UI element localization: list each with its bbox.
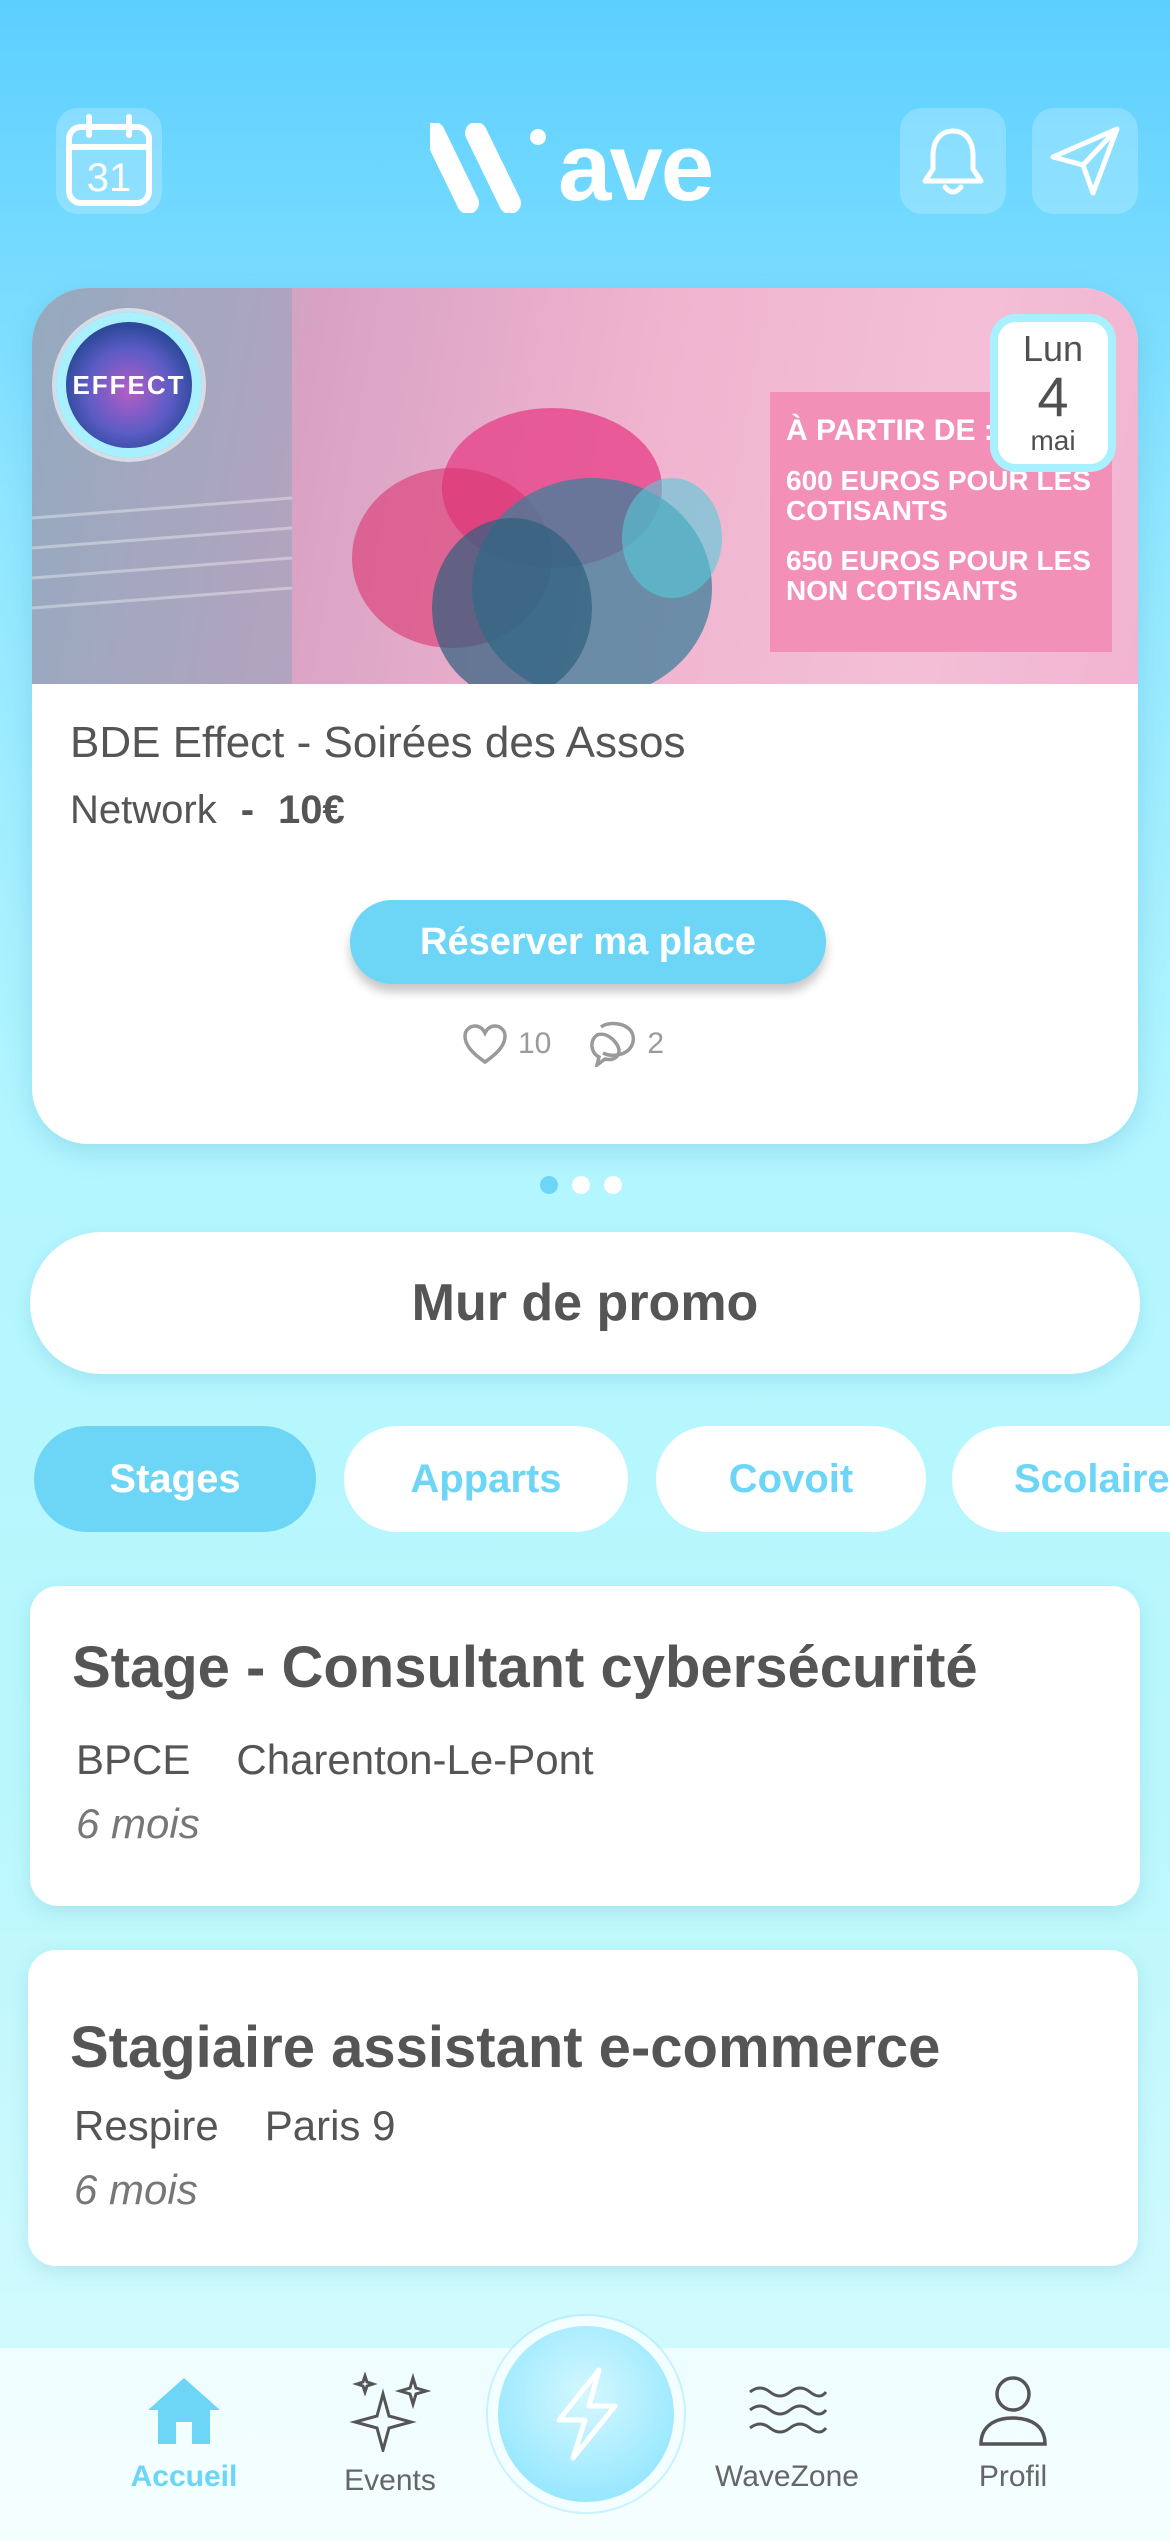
wave-logo-mark: [430, 123, 546, 213]
nav-label-wavezone: WaveZone: [715, 2460, 859, 2493]
comments-count: 2: [647, 1027, 665, 1060]
event-card[interactable]: À PARTIR DE : 600 EUROS POUR LES COTISAN…: [32, 288, 1138, 1144]
event-price: 10€: [278, 788, 345, 832]
date-month: mai: [1030, 425, 1076, 456]
filter-chip-scolaire[interactable]: Scolaire: [952, 1426, 1170, 1532]
comment-icon: [590, 1021, 636, 1067]
logo-text: ave: [558, 114, 714, 221]
date-weekday: Lun: [1022, 328, 1084, 369]
waves-icon: [749, 2386, 828, 2434]
calendar-icon: 31: [66, 114, 152, 206]
event-meta: Network -10€: [70, 788, 345, 833]
lightning-icon: [556, 2367, 618, 2461]
send-icon: [1050, 126, 1120, 196]
job-title: Stage - Consultant cybersécurité: [72, 1635, 978, 1700]
nav-label-accueil: Accueil: [130, 2460, 238, 2493]
reserve-button[interactable]: Réserver ma place: [350, 900, 826, 984]
event-banner: À PARTIR DE : 600 EUROS POUR LES COTISAN…: [32, 288, 1138, 684]
carousel-dot[interactable]: [572, 1176, 590, 1194]
comment-button[interactable]: 2: [587, 1021, 664, 1067]
bell-icon: [922, 128, 984, 195]
messages-button[interactable]: [1032, 108, 1138, 214]
job-title: Stagiaire assistant e-commerce: [70, 2015, 941, 2080]
notifications-button[interactable]: [900, 108, 1006, 214]
promo-line-3: 650 EUROS POUR LES NON COTISANTS: [786, 545, 1091, 606]
job-company: BPCE: [76, 1736, 191, 1783]
event-meta-separator: -: [240, 788, 255, 832]
nav-events[interactable]: Events: [295, 2372, 485, 2498]
job-location: Charenton-Le-Pont: [236, 1736, 594, 1783]
like-button[interactable]: 10: [462, 1023, 551, 1065]
nav-wavezone[interactable]: WaveZone: [692, 2372, 882, 2494]
center-action-button[interactable]: [488, 2316, 684, 2512]
job-info: Respire Paris 9: [74, 2102, 395, 2150]
job-company: Respire: [74, 2102, 219, 2149]
heart-icon: [463, 1024, 507, 1065]
user-icon: [979, 2376, 1047, 2446]
calendar-day-text: 31: [87, 156, 132, 200]
top-bar: 31 ave: [0, 0, 1170, 260]
carousel-dot[interactable]: [604, 1176, 622, 1194]
home-icon: [148, 2378, 220, 2444]
job-location: Paris 9: [264, 2102, 396, 2149]
job-duration: 6 mois: [76, 1800, 200, 1847]
event-stats: 10 2: [462, 1014, 700, 1074]
event-title: BDE Effect - Soirées des Assos: [70, 718, 686, 767]
calendar-button[interactable]: 31: [56, 108, 162, 214]
sparkles-icon: [349, 2372, 431, 2452]
organizer-avatar[interactable]: EFFECT: [56, 312, 202, 458]
promo-wall-button[interactable]: Mur de promo: [30, 1232, 1140, 1374]
organizer-logo-text: EFFECT: [72, 369, 186, 400]
likes-count: 10: [518, 1027, 552, 1060]
job-card[interactable]: Stagiaire assistant e-commerce Respire Pa…: [28, 1950, 1138, 2266]
date-badge: Lun 4 mai: [990, 314, 1116, 472]
nav-label-profil: Profil: [978, 2460, 1048, 2493]
filter-chip-stages[interactable]: Stages: [34, 1426, 316, 1532]
promo-line-2: 600 EUROS POUR LES COTISANTS: [786, 465, 1091, 526]
app-logo: ave: [430, 118, 730, 218]
carousel-dots: [540, 1176, 636, 1194]
nav-label-events: Events: [344, 2464, 436, 2497]
nav-profil[interactable]: Profil: [918, 2372, 1108, 2494]
event-category: Network: [70, 788, 217, 832]
job-duration: 6 mois: [74, 2166, 198, 2213]
job-card[interactable]: Stage - Consultant cybersécurité BPCE Cha…: [30, 1586, 1140, 1906]
job-info: BPCE Charenton-Le-Pont: [76, 1736, 594, 1784]
date-day: 4: [1037, 365, 1069, 428]
filter-chip-covoit[interactable]: Covoit: [656, 1426, 926, 1532]
nav-accueil[interactable]: Accueil: [89, 2372, 279, 2494]
filter-chip-apparts[interactable]: Apparts: [344, 1426, 628, 1532]
carousel-dot[interactable]: [540, 1176, 558, 1194]
